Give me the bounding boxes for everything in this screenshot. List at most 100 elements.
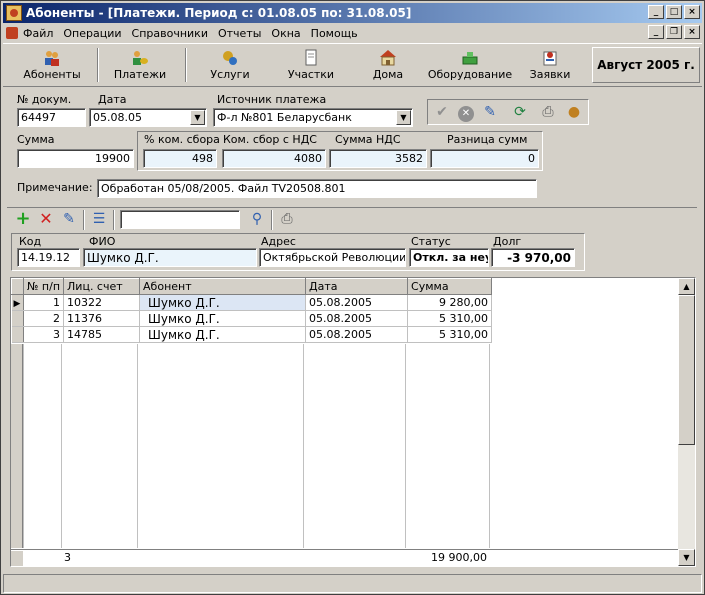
scroll-thumb[interactable] (678, 295, 695, 445)
doc-no-field[interactable]: 64497 (17, 108, 86, 127)
fee-pct-field: 498 (143, 149, 217, 168)
cell-n[interactable]: 2 (23, 310, 65, 327)
cell-sum[interactable]: 9 280,00 (407, 294, 493, 311)
search-icon[interactable]: ⚲ (247, 209, 267, 229)
services-button[interactable]: Услуги (193, 47, 267, 85)
requests-icon (543, 51, 557, 66)
maximize-button[interactable]: □ (666, 5, 682, 19)
column-header-date[interactable]: Дата (305, 278, 409, 295)
refresh-icon[interactable]: ⟳ (510, 102, 530, 122)
payments-button[interactable]: Платежи (103, 47, 177, 85)
child-close-button[interactable]: × (684, 25, 700, 39)
source-label: Источник платежа (217, 93, 327, 106)
vat-sum-field: 3582 (329, 149, 427, 168)
services-icon (223, 51, 237, 65)
confirm-icon[interactable]: ✔ (432, 102, 452, 122)
cell-sum[interactable]: 5 310,00 (407, 326, 493, 343)
cell-account[interactable]: 11376 (63, 310, 141, 327)
search-input[interactable] (120, 210, 240, 229)
cell-sum[interactable]: 5 310,00 (407, 310, 493, 327)
sections-button[interactable]: Участки (271, 47, 351, 85)
equipment-button[interactable]: Оборудование (427, 47, 513, 85)
column-header-account[interactable]: Лиц. счет (63, 278, 141, 295)
vat-sum-label: Сумма НДС (335, 133, 401, 146)
cancel-icon[interactable]: ✕ (456, 102, 476, 122)
print-icon[interactable]: ⎙ (277, 209, 297, 229)
subscribers-icon (45, 51, 59, 66)
menu-reports[interactable]: Отчеты (213, 27, 266, 40)
debt-label: Долг (493, 235, 522, 248)
cell-account[interactable]: 14785 (63, 326, 141, 343)
cell-subscriber[interactable]: Шумко Д.Г. (139, 310, 307, 327)
cell-subscriber[interactable]: Шумко Д.Г. (139, 294, 307, 311)
source-value: Ф-л №801 Беларусбанк (217, 111, 352, 124)
chevron-down-icon[interactable]: ▼ (190, 110, 205, 125)
note-field[interactable]: Обработан 05/08/2005. Файл TV20508.801 (97, 179, 537, 198)
requests-button[interactable]: Заявки (517, 47, 583, 85)
house-icon (380, 50, 396, 66)
column-header-n[interactable]: № п/п (22, 278, 65, 295)
list-icon[interactable]: ☰ (89, 209, 109, 229)
payment-document-panel: № докум. 64497 Дата 05.08.05 ▼ Источник … (7, 89, 697, 205)
column-header-subscriber[interactable]: Абонент (139, 278, 307, 295)
toolbar-separator (271, 210, 273, 230)
sum-label: Сумма (17, 133, 55, 146)
close-button[interactable]: × (684, 5, 700, 19)
houses-button[interactable]: Дома (355, 47, 421, 85)
cell-n[interactable]: 1 (23, 294, 65, 311)
table-row[interactable]: ▶ 1 10322 Шумко Д.Г. 05.08.2005 9 280,00 (11, 294, 493, 311)
scroll-down-icon[interactable]: ▼ (678, 549, 695, 566)
code-field[interactable]: 14.19.12 (17, 248, 80, 267)
doc-actions-group: ✔ ✕ ✎ ⟳ ⎙ ● (427, 99, 589, 125)
cell-date[interactable]: 05.08.2005 (305, 310, 409, 327)
diff-label: Разница сумм (447, 133, 528, 146)
table-row[interactable]: 3 14785 Шумко Д.Г. 05.08.2005 5 310,00 (11, 326, 493, 343)
footer-count: 3 (64, 551, 71, 564)
subscribers-button[interactable]: Абоненты (9, 47, 95, 85)
cell-account[interactable]: 10322 (63, 294, 141, 311)
address-field: Октябрьской Революции д. (259, 248, 406, 267)
footer-total: 19 900,00 (431, 551, 487, 564)
payments-small-icon[interactable]: ● (564, 102, 584, 122)
subscriber-panel: Код 14.19.12 ФИО Шумко Д.Г. Адрес Октябр… (7, 233, 697, 273)
debt-field: -3 970,00 (491, 248, 575, 267)
minimize-button[interactable]: _ (648, 5, 664, 19)
menu-directories[interactable]: Справочники (127, 27, 213, 40)
current-row-indicator-icon: ▶ (11, 294, 24, 311)
date-label: Дата (98, 93, 127, 106)
date-field[interactable]: 05.08.05 ▼ (89, 108, 207, 127)
print-icon[interactable]: ⎙ (538, 102, 558, 122)
toolbar-separator (113, 210, 115, 230)
cell-subscriber[interactable]: Шумко Д.Г. (139, 326, 307, 343)
menu-help[interactable]: Помощь (306, 27, 363, 40)
child-restore-button[interactable]: ❐ (666, 25, 682, 39)
scroll-up-icon[interactable]: ▲ (678, 278, 695, 295)
chevron-down-icon[interactable]: ▼ (396, 110, 411, 125)
edit-icon[interactable]: ✎ (480, 102, 500, 122)
edit-icon[interactable]: ✎ (59, 209, 79, 229)
menu-file[interactable]: Файл (18, 27, 58, 40)
period-label[interactable]: Август 2005 г. (592, 47, 700, 83)
status-label: Статус (411, 235, 451, 248)
child-minimize-button[interactable]: _ (648, 25, 664, 39)
window-title: Абоненты - [Платежи. Период с: 01.08.05 … (26, 6, 412, 20)
cell-n[interactable]: 3 (23, 326, 65, 343)
add-icon[interactable]: + (13, 209, 33, 229)
vertical-scrollbar[interactable]: ▲ ▼ (678, 278, 695, 566)
menu-windows[interactable]: Окна (266, 27, 305, 40)
source-combo[interactable]: Ф-л №801 Беларусбанк ▼ (213, 108, 413, 127)
menu-operations[interactable]: Операции (58, 27, 126, 40)
fee-pct-label: % ком. сбора (144, 133, 220, 146)
table-row[interactable]: 2 11376 Шумко Д.Г. 05.08.2005 5 310,00 (11, 310, 493, 327)
row-indicator (11, 310, 24, 327)
cell-date[interactable]: 05.08.2005 (305, 326, 409, 343)
column-header-sum[interactable]: Сумма (407, 278, 493, 295)
status-field: Откл. за неу (409, 248, 489, 267)
delete-icon[interactable]: ✕ (36, 209, 56, 229)
payments-grid: № п/п Лиц. счет Абонент Дата Сумма ▶ 1 1… (10, 277, 696, 567)
payments-icon (133, 51, 148, 65)
cell-date[interactable]: 05.08.2005 (305, 294, 409, 311)
grid-footer: 3 19 900,00 (11, 549, 679, 566)
sum-field[interactable]: 19900 (17, 149, 134, 168)
child-window-icon[interactable] (6, 27, 18, 39)
